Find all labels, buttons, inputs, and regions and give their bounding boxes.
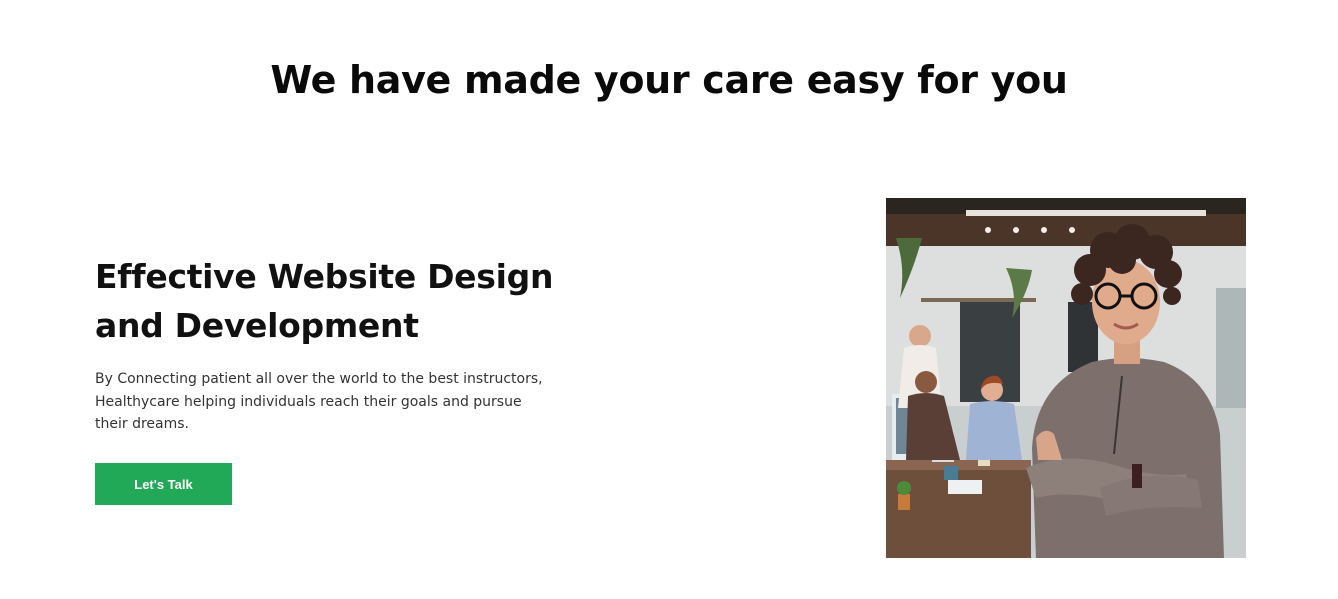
feature-heading: Effective Website Design and Development xyxy=(95,257,554,345)
keyboard xyxy=(948,480,982,494)
lets-talk-button[interactable]: Let's Talk xyxy=(95,463,232,505)
office-team-photo xyxy=(886,198,1246,558)
wristband xyxy=(1132,464,1142,488)
page: We have made your care easy for you Effe… xyxy=(0,0,1338,599)
section-title: We have made your care easy for you xyxy=(270,58,1068,102)
background-person xyxy=(909,325,931,347)
plant-pot xyxy=(898,494,910,510)
photo-illustration xyxy=(886,198,1246,558)
feature-description: By Connecting patient all over the world… xyxy=(95,371,543,432)
